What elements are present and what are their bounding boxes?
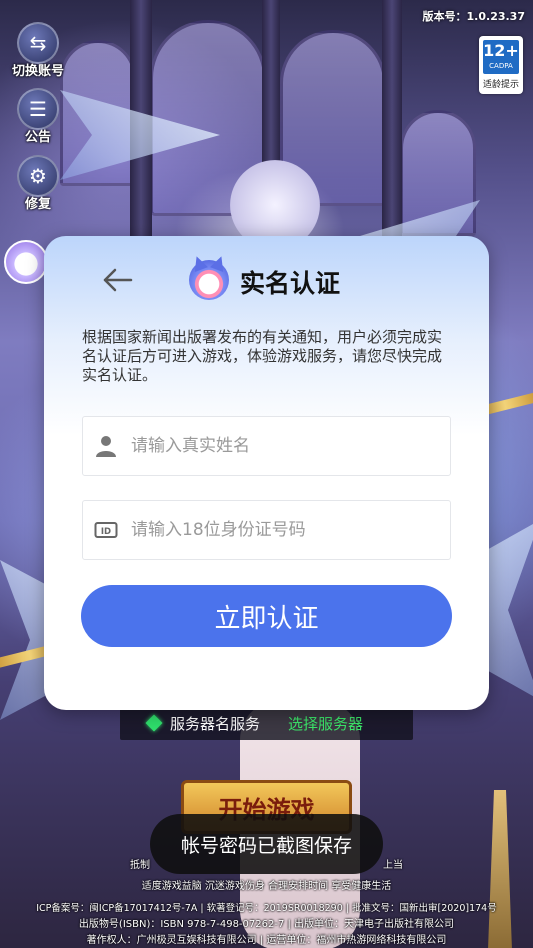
server-status-icon bbox=[145, 714, 163, 732]
age-rating-org: CADPA bbox=[489, 62, 513, 70]
real-name-verification-dialog: 实名认证 根据国家新闻出版署发布的有关通知，用户必须完成实名认证后方可进入游戏，… bbox=[44, 236, 489, 710]
version-label: 版本号：1.0.23.37 bbox=[422, 10, 525, 23]
icp-info: ICP备案号：闽ICP备17017412号-7A | 软著登记号：2019SR0… bbox=[36, 903, 497, 914]
server-bar[interactable]: 服务器名服务 选择服务器 bbox=[120, 706, 413, 740]
isbn-info: 出版物号(ISBN)：ISBN 978-7-498-07262-7 | 出版单位… bbox=[78, 919, 455, 930]
dialog-title: 实名认证 bbox=[240, 269, 341, 298]
notice-icon: ☰ bbox=[17, 88, 59, 130]
real-name-input[interactable] bbox=[129, 435, 433, 457]
copyright-info: 著作权人：广州极灵互娱科技有限公司 | 运营单位：福州市热游网络科技有限公司 bbox=[86, 935, 447, 946]
anti-fraud-left: 抵制 bbox=[130, 860, 150, 871]
dialog-description: 根据国家新闻出版署发布的有关通知，用户必须完成实名认证后方可进入游戏，体验游戏服… bbox=[82, 328, 443, 384]
repair-button[interactable]: ⚙ 修复 bbox=[8, 155, 68, 212]
age-rating-number: 12+ bbox=[483, 41, 519, 60]
notice-button[interactable]: ☰ 公告 bbox=[8, 88, 68, 145]
server-name: 服务器名服务 bbox=[170, 714, 261, 733]
repair-icon: ⚙ bbox=[17, 155, 59, 197]
verify-now-button[interactable]: 立即认证 bbox=[81, 585, 452, 647]
age-rating-badge[interactable]: 12+ CADPA 适龄提示 bbox=[479, 36, 523, 94]
health-notice: 适度游戏益脑 沉迷游戏伤身 合理安排时间 享受健康生活 bbox=[141, 881, 392, 892]
id-card-icon: ID bbox=[83, 521, 129, 539]
toast-message: 帐号密码已截图保存 bbox=[150, 814, 383, 874]
back-button[interactable] bbox=[100, 262, 136, 298]
pillar bbox=[382, 0, 402, 250]
select-server-link[interactable]: 选择服务器 bbox=[288, 713, 363, 734]
age-rating-tip: 适龄提示 bbox=[482, 80, 519, 90]
back-arrow-icon bbox=[103, 268, 133, 292]
id-number-input[interactable] bbox=[129, 519, 433, 541]
switch-account-icon: ⇆ bbox=[17, 22, 59, 64]
switch-account-button[interactable]: ⇆ 切换账号 bbox=[8, 22, 68, 79]
real-name-field[interactable] bbox=[82, 416, 451, 476]
mascot-logo-icon bbox=[189, 260, 229, 300]
svg-text:ID: ID bbox=[101, 527, 111, 537]
mascot-icon[interactable] bbox=[4, 240, 48, 284]
anti-fraud-right: 上当 bbox=[383, 860, 403, 871]
id-number-field[interactable]: ID bbox=[82, 500, 451, 560]
person-icon bbox=[83, 434, 129, 458]
age-rating-icon: 12+ CADPA bbox=[483, 40, 519, 74]
